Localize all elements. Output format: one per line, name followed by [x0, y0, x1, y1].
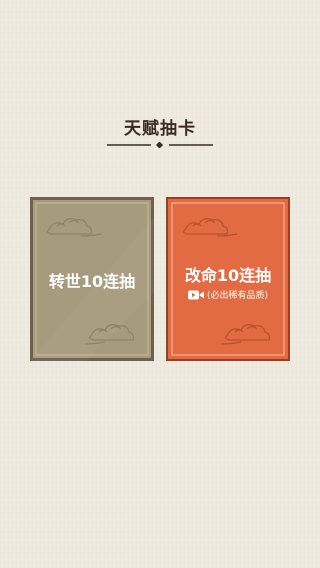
video-icon: [187, 290, 204, 299]
fate-change-draw-card[interactable]: 改命10连抽 (必出稀有品质): [165, 196, 291, 362]
title-underline: [107, 142, 213, 148]
rare-guarantee-text: (必出稀有品质): [206, 291, 269, 301]
card-label-fate-change: 改命10连抽: [184, 266, 272, 285]
card-sublabel: (必出稀有品质): [165, 288, 291, 301]
title-section: 天赋抽卡: [0, 114, 320, 148]
page-title: 天赋抽卡: [124, 119, 196, 139]
reincarnation-draw-card[interactable]: 转世10连抽: [29, 196, 155, 362]
card-label-reincarnation: 转世10连抽: [48, 272, 136, 291]
